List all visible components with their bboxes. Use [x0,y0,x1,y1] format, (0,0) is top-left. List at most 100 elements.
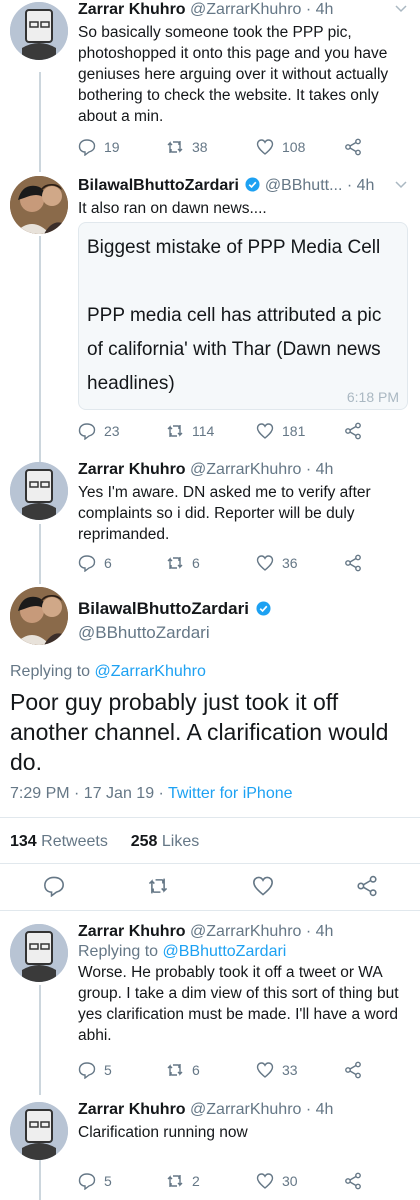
user-handle[interactable]: @ZarrarKhuhro [190,923,301,940]
replying-to-label: Replying to [10,663,95,680]
tweet-actions: 5 2 30 [78,1170,378,1192]
display-name[interactable]: Zarrar Khuhro [78,923,186,940]
reply-icon[interactable] [43,875,65,897]
share-icon [345,1061,361,1079]
retweet-button[interactable]: 6 [166,1059,200,1081]
chevron-down-icon[interactable] [394,178,408,192]
like-count: 181 [282,423,306,439]
share-button[interactable] [344,136,370,158]
tweet-text: Yes I'm aware. DN asked me to verify aft… [78,484,371,543]
retweet-button[interactable]: 2 [166,1170,200,1192]
like-count: 36 [282,555,298,571]
display-name[interactable]: BilawalBhuttoZardari [78,599,271,619]
share-button[interactable] [344,1059,370,1081]
like-count: 108 [282,139,306,155]
reply-count: 23 [104,423,120,439]
client-link[interactable]: Twitter for iPhone [168,785,293,802]
share-button[interactable] [344,1170,370,1192]
reply-count: 19 [104,139,120,155]
tweet-meta: 7:29 PM · 17 Jan 19 · Twitter for iPhone [10,785,293,803]
reply-button[interactable]: 23 [78,420,120,442]
heart-icon [256,139,274,155]
tweet[interactable]: Zarrar Khuhro @ZarrarKhuhro · 4h Yes I'm… [0,460,420,580]
display-name[interactable]: Zarrar Khuhro [78,1,186,18]
like-button[interactable]: 181 [256,420,305,442]
user-handle[interactable]: @ZarrarKhuhro [190,1,301,18]
reply-count: 5 [104,1173,112,1189]
timestamp: · 4h [305,923,334,940]
tweet-header: Zarrar Khuhro @ZarrarKhuhro · 4h [78,460,412,480]
focused-tweet-actions [0,875,420,899]
reply-button[interactable]: 19 [78,136,120,158]
user-handle[interactable]: @ZarrarKhuhro [190,1101,301,1118]
display-name[interactable]: BilawalBhuttoZardari [78,177,239,194]
quoted-message-text: Biggest mistake of PPP Media Cell PPP me… [87,237,382,394]
likes-stat[interactable]: 258 Likes [131,833,200,850]
timestamp: · 4h [305,1,334,18]
divider [0,863,420,864]
tweet-header: Zarrar Khuhro @ZarrarKhuhro · 4h [78,922,412,942]
tweet-actions: 23 114 181 [78,420,378,442]
display-name-text[interactable]: BilawalBhuttoZardari [78,599,249,618]
retweet-button[interactable]: 114 [166,420,214,442]
tweet-stats: 134 Retweets 258 Likes [10,833,199,851]
likes-label: Likes [157,833,200,850]
like-button[interactable]: 36 [256,552,298,574]
quoted-message-card[interactable]: Biggest mistake of PPP Media Cell PPP me… [78,222,408,410]
user-handle[interactable]: @ZarrarKhuhro [190,461,301,478]
timestamp: · 4h [305,461,334,478]
tweet[interactable]: Zarrar Khuhro @ZarrarKhuhro · 4h So basi… [0,0,420,165]
retweet-count: 38 [192,139,208,155]
reply-icon [78,555,96,572]
retweet-total: 134 [10,833,37,850]
chevron-down-icon[interactable] [394,2,408,16]
reply-button[interactable]: 5 [78,1170,112,1192]
display-name[interactable]: Zarrar Khuhro [78,1101,186,1118]
share-button[interactable] [344,420,370,442]
replying-to-link[interactable]: @BBhuttoZardari [163,943,287,960]
share-icon[interactable] [356,875,378,897]
tweet-text: Poor guy probably just took it off anoth… [10,689,389,775]
share-button[interactable] [344,552,370,574]
verified-badge-icon [245,177,260,192]
like-count: 33 [282,1062,298,1078]
verified-badge-icon [256,601,271,616]
like-button[interactable]: 108 [256,136,305,158]
avatar[interactable] [10,924,68,982]
avatar[interactable] [10,1102,68,1160]
user-handle[interactable]: @BBhutt... [265,177,343,194]
heart-icon [256,1062,274,1078]
retweets-stat[interactable]: 134 Retweets [10,833,108,850]
reply-button[interactable]: 5 [78,1059,112,1081]
retweet-icon[interactable] [147,875,169,897]
retweet-icon [167,141,183,153]
reply-icon [78,1062,96,1079]
display-name[interactable]: Zarrar Khuhro [78,461,186,478]
replying-to: Replying to @BBhuttoZardari [78,942,412,962]
retweet-icon [167,557,183,569]
tweet[interactable]: BilawalBhuttoZardari @BBhutt... · 4h It … [0,172,420,452]
avatar[interactable] [10,587,68,645]
avatar[interactable] [10,462,68,520]
reply-button[interactable]: 6 [78,552,112,574]
tweet[interactable]: Zarrar Khuhro @ZarrarKhuhro · 4h Replyin… [0,922,420,1082]
avatar[interactable] [10,176,68,234]
reply-count: 5 [104,1062,112,1078]
share-icon [345,138,361,156]
tweet-header: Zarrar Khuhro @ZarrarKhuhro · 4h [78,0,412,20]
retweet-button[interactable]: 6 [166,552,200,574]
tweet-text: So basically someone took the PPP pic, p… [78,24,389,125]
user-handle[interactable]: @BBhuttoZardari [78,623,210,643]
retweet-icon [167,1064,183,1076]
like-button[interactable]: 33 [256,1059,298,1081]
heart-icon[interactable] [252,875,274,897]
like-button[interactable]: 30 [256,1170,298,1192]
tweet-header: BilawalBhuttoZardari @BBhutt... · 4h [78,176,412,196]
like-total: 258 [130,833,158,850]
retweet-button[interactable]: 38 [166,136,208,158]
heart-icon [256,1173,274,1189]
replying-to-link[interactable]: @ZarrarKhuhro [95,663,206,680]
tweet[interactable]: Zarrar Khuhro @ZarrarKhuhro · 4h Clarifi… [0,1100,420,1200]
avatar[interactable] [10,2,68,60]
heart-icon [256,423,274,439]
